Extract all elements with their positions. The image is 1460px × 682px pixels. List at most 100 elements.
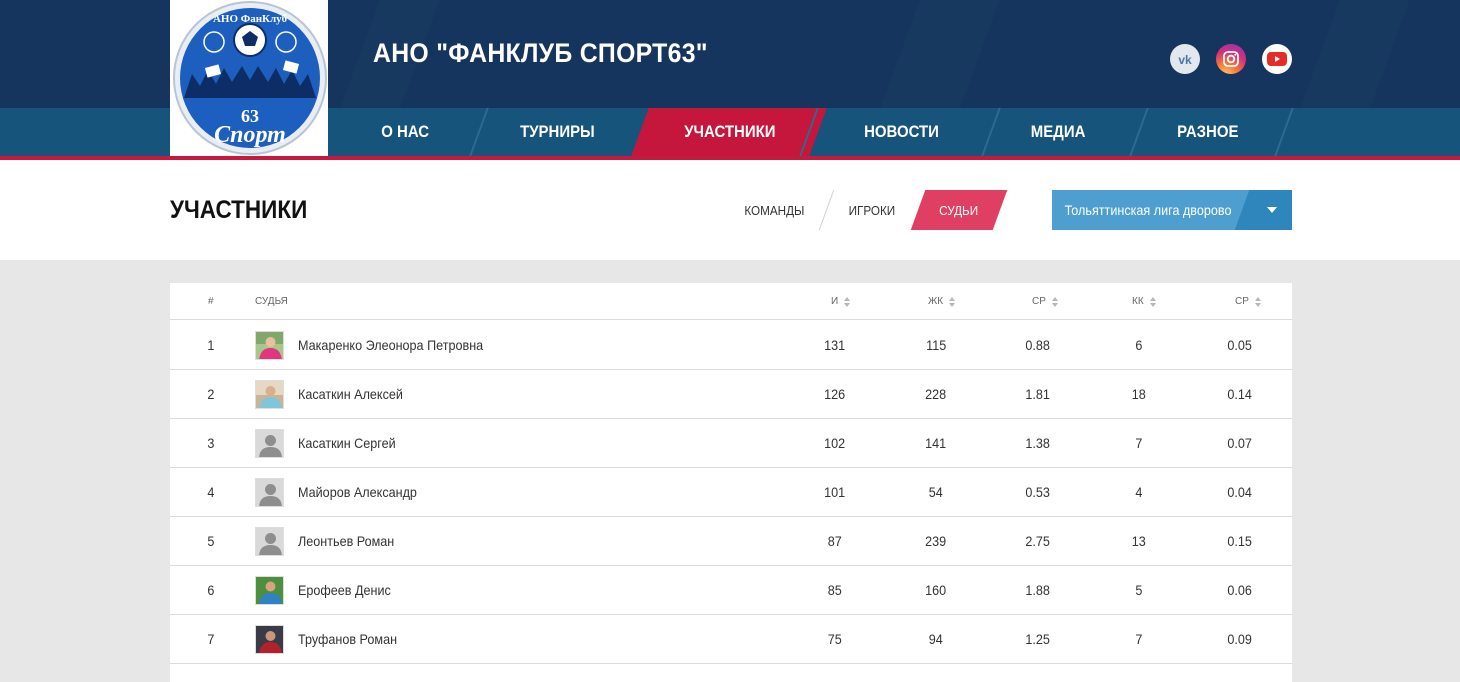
cell-yellow-avg-value: 1.38	[1025, 435, 1051, 451]
cell-yellow-avg: 1.38	[1008, 419, 1068, 467]
cell-red-cards-value: 5	[1135, 582, 1143, 598]
nav-item-label: РАЗНОЕ	[1177, 122, 1239, 141]
cell-games-value: 131	[824, 337, 846, 353]
cell-rank: 1	[181, 321, 241, 369]
table-row[interactable]: 1 131 115 0.88 6 0.05 Макаренко Элеонора Петро…	[170, 321, 1292, 370]
referee-avatar[interactable]	[255, 576, 284, 605]
column-header-games[interactable]: И	[831, 283, 851, 320]
sort-icon	[1149, 296, 1156, 307]
tab-label: ИГРОКИ	[848, 202, 896, 218]
cell-yellow-cards: 141	[906, 419, 966, 467]
league-select[interactable]: Тольяттинская лига дворово...	[1052, 190, 1292, 230]
table-row[interactable]: 7 75 94 1.25 7 0.09 Труфанов Роман	[170, 615, 1292, 664]
referee-name-link[interactable]: Ерофеев Денис	[298, 566, 401, 614]
vk-icon: vk	[1178, 53, 1192, 65]
table-row[interactable]: 4 101 54 0.53 4 0.04 Майоров Александр	[170, 468, 1292, 517]
tab-label: КОМАНДЫ	[743, 202, 805, 218]
table-row[interactable]: 5 87 239 2.75 13 0.15 Леонтьев Роман	[170, 517, 1292, 566]
nav-item-participants[interactable]: УЧАСТНИКИ	[646, 108, 814, 156]
referee-name: Касаткин Сергей	[298, 435, 396, 451]
cell-rank-value: 6	[207, 582, 215, 598]
referee-name-link[interactable]: Касаткин Алексей	[298, 370, 415, 418]
page-title: УЧАСТНИКИ	[170, 196, 308, 224]
referee-name: Касаткин Алексей	[298, 386, 403, 402]
table-row[interactable]: 3 102 141 1.38 7 0.07 Касаткин Сергей	[170, 419, 1292, 468]
nav-item-about[interactable]: О НАС	[328, 108, 482, 156]
sort-icon	[844, 296, 851, 307]
column-header-red-cards[interactable]: КК	[1132, 283, 1156, 320]
vk-link[interactable]: vk	[1170, 44, 1200, 74]
cell-red-cards-value: 6	[1135, 337, 1143, 353]
cell-yellow-avg-value: 1.81	[1025, 386, 1051, 402]
referee-name-link[interactable]: Макаренко Элеонора Петровна	[298, 321, 504, 369]
referee-avatar[interactable]	[255, 429, 284, 458]
cell-red-cards-value: 18	[1131, 386, 1147, 402]
column-header-red-avg[interactable]: СР	[1235, 283, 1261, 320]
nav-item-media[interactable]: МЕДИА	[988, 108, 1128, 156]
cell-yellow-cards-value: 141	[925, 435, 947, 451]
cell-red-cards: 18	[1109, 370, 1169, 418]
cell-yellow-cards: 228	[906, 370, 966, 418]
cell-games-value: 102	[824, 435, 846, 451]
tab-label: СУДЬИ	[939, 202, 979, 218]
cell-games: 75	[805, 615, 865, 663]
tab-players[interactable]: ИГРОКИ	[840, 190, 904, 230]
cell-yellow-cards: 94	[906, 615, 966, 663]
referee-photo	[256, 381, 283, 408]
cell-red-avg: 0.15	[1210, 517, 1270, 565]
referee-name-link[interactable]: Майоров Александр	[298, 468, 430, 516]
cell-red-cards-value: 4	[1135, 484, 1143, 500]
table-header: # СУДЬЯ И ЖК СР КК СР	[170, 283, 1292, 320]
table-row[interactable]: 2 126 228 1.81 18 0.14 Касаткин Алексей	[170, 370, 1292, 419]
referee-name-link[interactable]: Труфанов Роман	[298, 615, 408, 663]
nav-item-news[interactable]: НОВОСТИ	[824, 108, 980, 156]
youtube-link[interactable]	[1262, 44, 1292, 74]
nav-item-label: УЧАСТНИКИ	[684, 122, 776, 141]
cell-red-avg-value: 0.04	[1227, 484, 1253, 500]
cell-red-cards: 5	[1109, 566, 1169, 614]
cell-yellow-avg-value: 0.53	[1025, 484, 1051, 500]
column-header-yellow-avg[interactable]: СР	[1032, 283, 1058, 320]
cell-yellow-cards-value: 228	[925, 386, 947, 402]
header-stripe	[880, 0, 1000, 108]
cell-yellow-cards: 54	[906, 468, 966, 516]
referee-avatar[interactable]	[255, 380, 284, 409]
nav-item-tournaments[interactable]: ТУРНИРЫ	[482, 108, 632, 156]
referee-avatar[interactable]	[255, 331, 284, 360]
column-header-label: СР	[1032, 296, 1046, 307]
referee-avatar[interactable]	[255, 625, 284, 654]
cell-yellow-cards: 239	[906, 517, 966, 565]
sort-icon	[1254, 296, 1261, 307]
select-caret[interactable]	[1252, 190, 1292, 230]
referee-name-link[interactable]: Леонтьев Роман	[298, 517, 405, 565]
league-select-value: Тольяттинская лига дворово...	[1064, 202, 1232, 218]
cell-yellow-avg: 0.88	[1008, 321, 1068, 369]
cell-yellow-cards: 115	[906, 321, 966, 369]
cell-red-avg: 0.06	[1210, 566, 1270, 614]
referee-name-link[interactable]: Касаткин Сергей	[298, 419, 407, 467]
tab-referees[interactable]: СУДЬИ	[922, 190, 996, 230]
site-title[interactable]: АНО "ФАНКЛУБ СПОРТ63"	[373, 38, 708, 69]
user-placeholder-icon	[256, 479, 283, 506]
cell-games: 131	[805, 321, 865, 369]
referee-name: Майоров Александр	[298, 484, 417, 500]
cell-rank-value: 4	[207, 484, 215, 500]
table-row[interactable]: 6 85 160 1.88 5 0.06 Ерофеев Денис	[170, 566, 1292, 615]
column-header-label: СУДЬЯ	[255, 296, 288, 307]
column-header-yellow-cards[interactable]: ЖК	[928, 283, 956, 320]
cell-red-avg-value: 0.06	[1227, 582, 1253, 598]
cell-red-cards-value: 7	[1135, 435, 1143, 451]
cell-red-cards-value: 7	[1135, 631, 1143, 647]
referee-photo	[256, 332, 283, 359]
site-logo[interactable]: АНО ФанКлуб 63 Спорт	[170, 0, 328, 156]
logo-text-top: АНО ФанКлуб	[213, 13, 288, 25]
tab-teams[interactable]: КОМАНДЫ	[740, 190, 808, 230]
referee-avatar[interactable]	[255, 478, 284, 507]
user-placeholder-icon	[256, 430, 283, 457]
logo-text-bottom: Спорт	[214, 122, 286, 148]
instagram-link[interactable]	[1216, 44, 1246, 74]
referee-avatar[interactable]	[255, 527, 284, 556]
cell-yellow-avg: 1.81	[1008, 370, 1068, 418]
nav-item-misc[interactable]: РАЗНОЕ	[1138, 108, 1278, 156]
logo-emblem-icon: АНО ФанКлуб 63 Спорт	[173, 1, 327, 155]
